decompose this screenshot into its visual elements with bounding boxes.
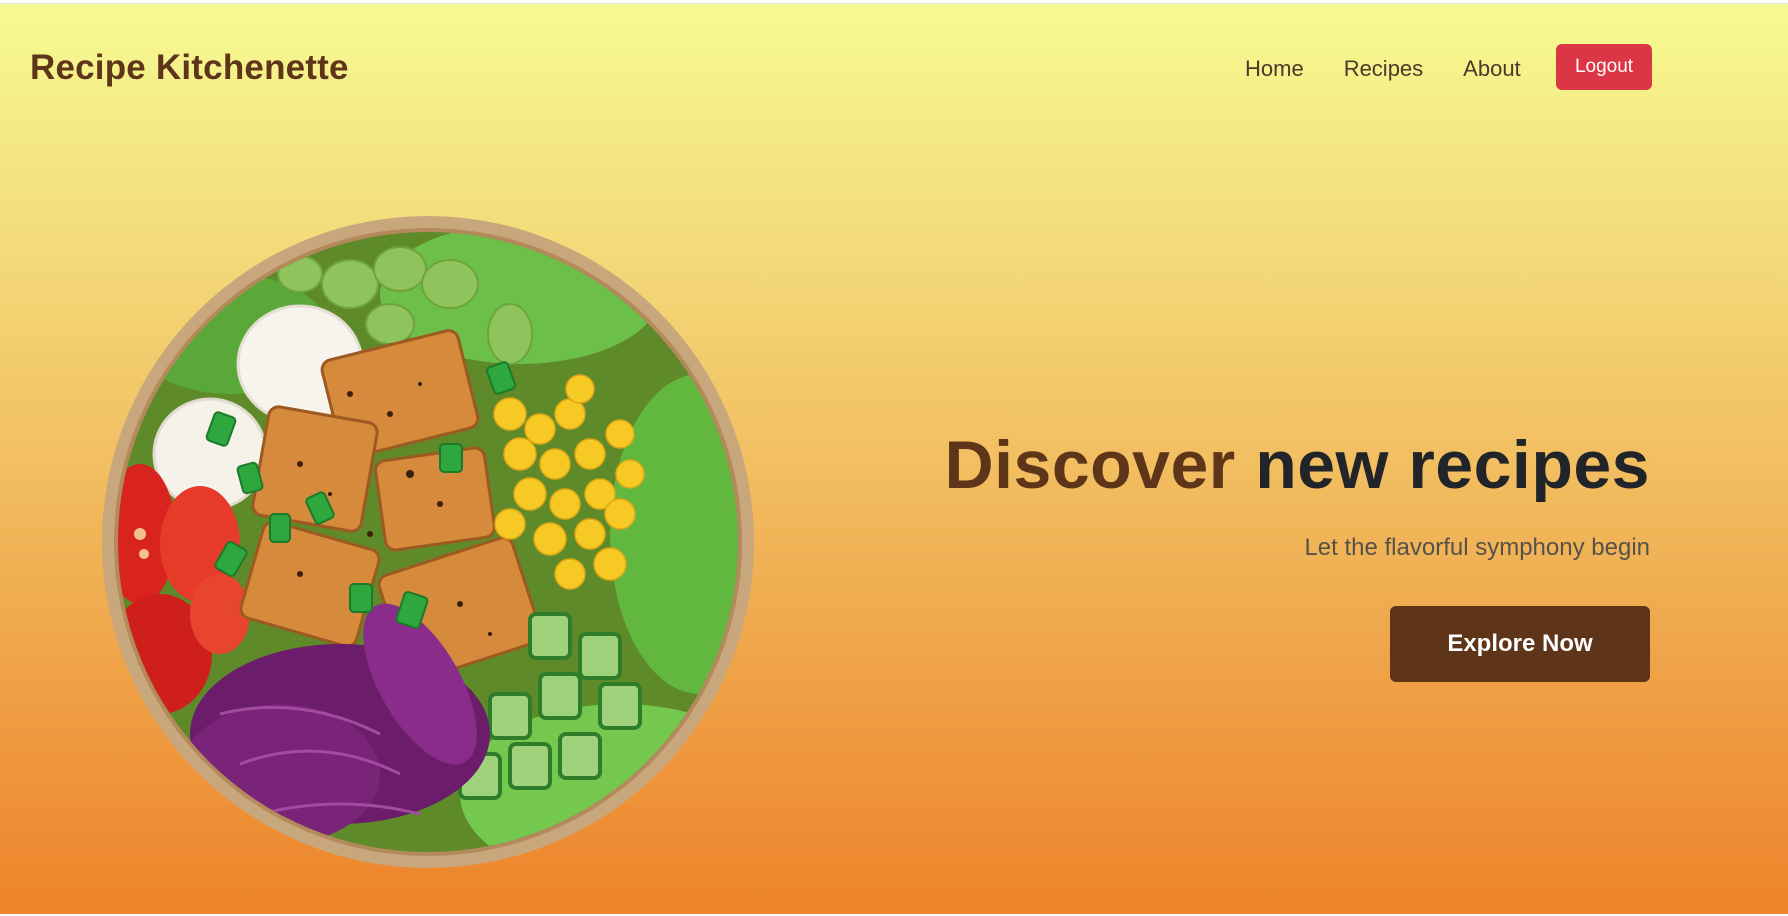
- nav-link-home[interactable]: Home: [1245, 56, 1304, 82]
- navbar: Recipe Kitchenette Home Recipes About Lo…: [0, 4, 1788, 134]
- nav-link-about[interactable]: About: [1463, 56, 1521, 82]
- hero-title-part2: new recipes: [1255, 427, 1650, 503]
- salad-bowl-image: [102, 216, 754, 868]
- explore-now-button[interactable]: Explore Now: [1390, 606, 1650, 682]
- logout-button[interactable]: Logout: [1556, 44, 1652, 90]
- brand-logo[interactable]: Recipe Kitchenette: [30, 48, 349, 88]
- hero-title: Discover new recipes: [945, 426, 1651, 504]
- hero-title-part1: Discover: [944, 427, 1236, 503]
- nav-links: Home Recipes About: [1245, 56, 1561, 82]
- page-root: Recipe Kitchenette Home Recipes About Lo…: [0, 3, 1788, 914]
- nav-link-recipes[interactable]: Recipes: [1344, 56, 1423, 82]
- hero-subtitle: Let the flavorful symphony begin: [1304, 534, 1650, 561]
